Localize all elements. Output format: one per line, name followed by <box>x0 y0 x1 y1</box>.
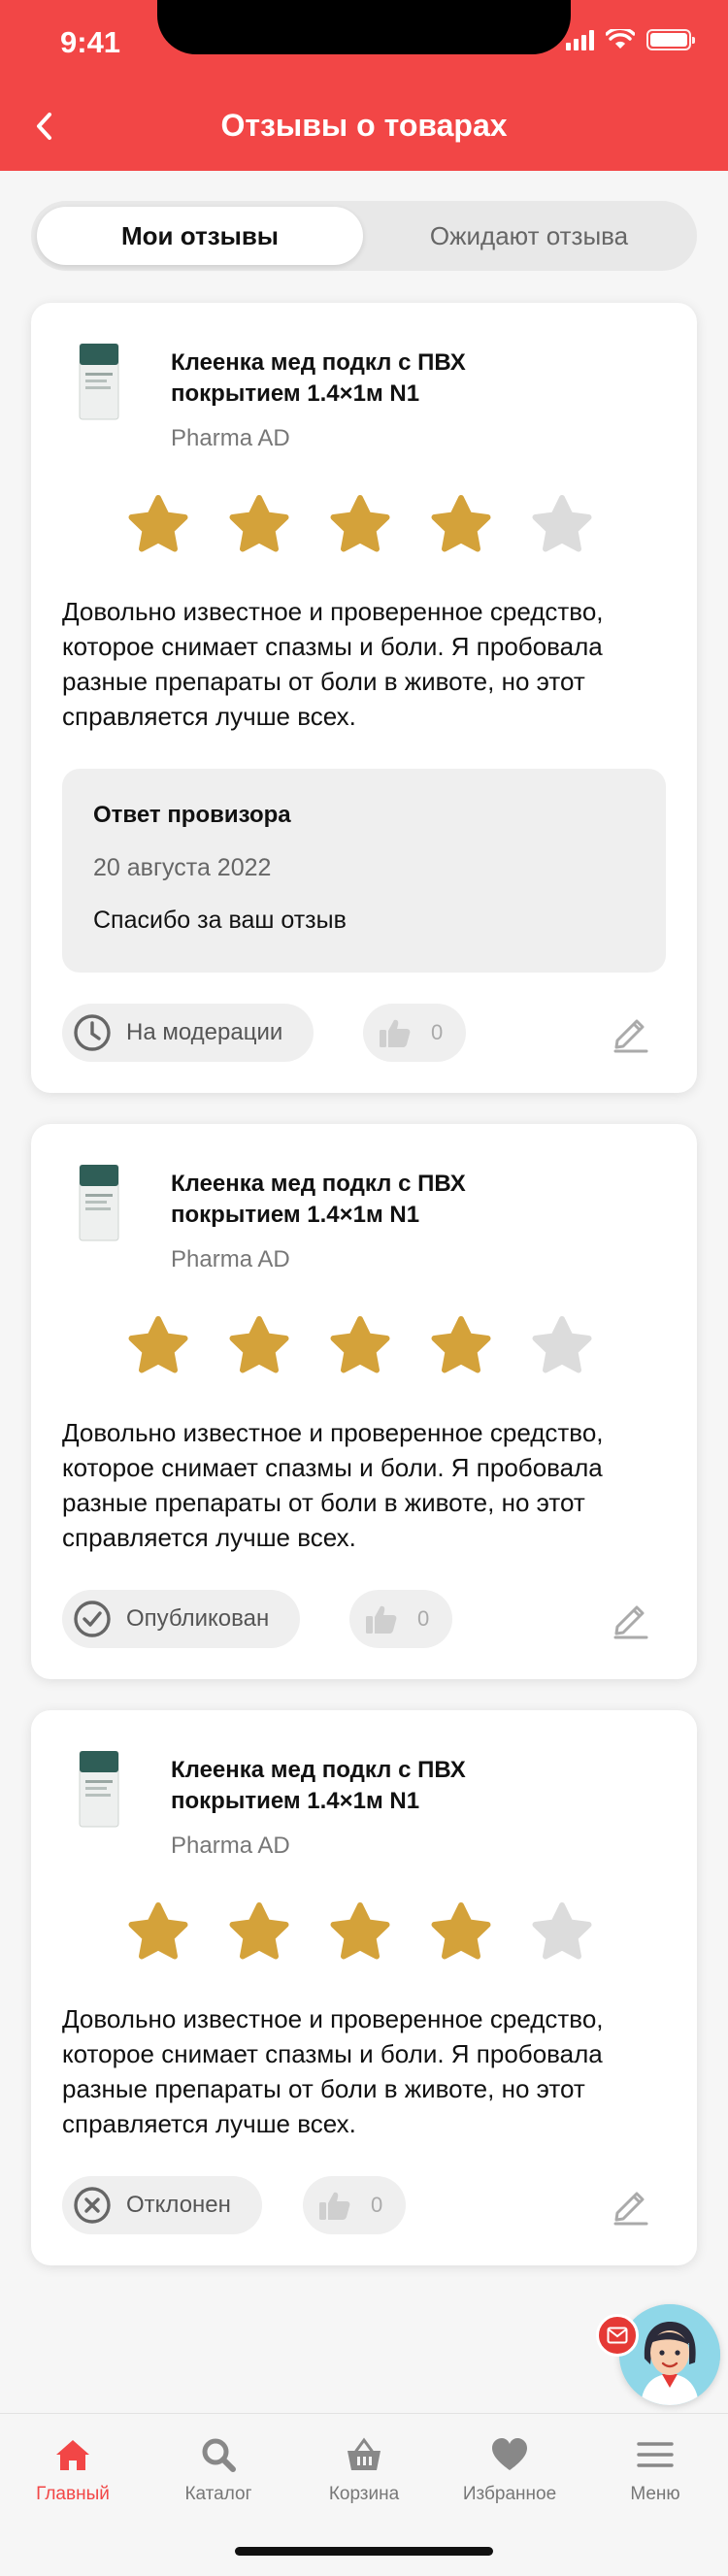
status-label: Опубликован <box>126 1605 270 1632</box>
thumbs-up-icon <box>366 1605 397 1634</box>
star-rating <box>126 493 602 563</box>
product-brand: Pharma AD <box>171 425 290 451</box>
header: 9:41 Отзывы о товарах <box>0 0 728 171</box>
tab-label: Меню <box>630 2484 680 2504</box>
review-text: Довольно известное и проверенное средств… <box>62 597 604 731</box>
product-image <box>79 1165 119 1241</box>
star-filled-icon <box>330 495 390 552</box>
tab-home[interactable]: Главный <box>0 2435 146 2505</box>
reply-date: 20 августа 2022 <box>93 854 272 881</box>
wifi-icon <box>606 29 635 49</box>
reviews-segmented-control: Мои отзывы Ожидают отзыва <box>31 201 697 271</box>
mail-icon <box>607 2327 628 2344</box>
status-label: На модерации <box>126 1019 283 1045</box>
product-name[interactable]: Клеенка мед подкл с ПВХ покрытием 1.4×1м… <box>171 347 559 410</box>
thumbs-up-icon <box>380 1019 411 1047</box>
status-icons <box>566 29 695 50</box>
star-filled-icon <box>229 1316 289 1373</box>
product-name[interactable]: Клеенка мед подкл с ПВХ покрытием 1.4×1м… <box>171 1755 559 1817</box>
tab-my-reviews[interactable]: Мои отзывы <box>37 207 363 265</box>
star-filled-icon <box>128 1316 188 1373</box>
like-button[interactable]: 0 <box>303 2176 407 2234</box>
review-card: Клеенка мед подкл с ПВХ покрытием 1.4×1м… <box>31 303 697 1093</box>
menu-icon <box>637 2442 674 2467</box>
product-image <box>79 344 119 420</box>
tab-catalog[interactable]: Каталог <box>146 2435 291 2505</box>
star-filled-icon <box>330 1316 390 1373</box>
star-filled-icon <box>330 1902 390 1960</box>
star-filled-icon <box>229 495 289 552</box>
star-filled-icon <box>431 1902 491 1960</box>
status-badge: Опубликован <box>62 1590 301 1648</box>
tab-label: Каталог <box>184 2484 252 2504</box>
tab-favorites[interactable]: Избранное <box>437 2435 582 2505</box>
tab-cart[interactable]: Корзина <box>291 2435 437 2505</box>
status-time: 9:41 <box>60 25 121 59</box>
tab-menu[interactable]: Меню <box>582 2435 728 2505</box>
like-count: 0 <box>417 1606 430 1631</box>
star-filled-icon <box>128 1902 188 1960</box>
edit-icon[interactable] <box>610 1598 652 1640</box>
tab-label: Избранное <box>462 2484 557 2504</box>
chat-assistant-button[interactable] <box>619 2304 720 2405</box>
home-indicator <box>235 2547 493 2556</box>
like-count: 0 <box>371 2193 383 2217</box>
product-image <box>79 1751 119 1828</box>
cellular-signal-icon <box>566 29 594 50</box>
chat-badge[interactable] <box>596 2314 639 2357</box>
check-circle-icon <box>74 1601 111 1637</box>
star-filled-icon <box>229 1902 289 1960</box>
status-badge: На модерации <box>62 1004 314 1062</box>
edit-icon[interactable] <box>610 2184 652 2227</box>
star-empty-icon <box>532 1902 592 1960</box>
star-filled-icon <box>431 495 491 552</box>
home-icon <box>56 2440 89 2470</box>
review-card: Клеенка мед подкл с ПВХ покрытием 1.4×1м… <box>31 1124 697 1679</box>
pharmacist-reply: Ответ провизора 20 августа 2022 Спасибо … <box>62 769 666 973</box>
star-empty-icon <box>532 495 592 552</box>
like-button[interactable]: 0 <box>363 1004 467 1062</box>
clock-icon <box>74 1014 111 1051</box>
product-brand: Pharma AD <box>171 1246 290 1272</box>
star-filled-icon <box>128 495 188 552</box>
reply-title: Ответ провизора <box>93 802 291 828</box>
star-rating <box>126 1314 602 1384</box>
tab-label: Главный <box>36 2484 110 2504</box>
assistant-avatar-icon <box>619 2304 720 2405</box>
status-label: Отклонен <box>126 2192 231 2218</box>
device-notch <box>157 0 571 54</box>
star-empty-icon <box>532 1316 592 1373</box>
review-text: Довольно известное и проверенное средств… <box>62 2004 604 2138</box>
page-title: Отзывы о товарах <box>220 108 508 143</box>
product-brand: Pharma AD <box>171 1833 290 1859</box>
status-badge: Отклонен <box>62 2176 262 2234</box>
review-card: Клеенка мед подкл с ПВХ покрытием 1.4×1м… <box>31 1710 697 2265</box>
thumbs-up-icon <box>319 2192 350 2220</box>
like-button[interactable]: 0 <box>349 1590 453 1648</box>
tab-label: Корзина <box>328 2484 400 2504</box>
search-icon <box>202 2438 236 2472</box>
x-circle-icon <box>74 2187 111 2224</box>
star-filled-icon <box>431 1316 491 1373</box>
star-rating <box>126 1900 602 1970</box>
battery-icon <box>646 29 695 50</box>
heart-icon <box>492 2438 527 2470</box>
review-text: Довольно известное и проверенное средств… <box>62 1418 604 1552</box>
reply-text: Спасибо за ваш отзыв <box>93 907 347 934</box>
edit-icon[interactable] <box>610 1011 652 1054</box>
like-count: 0 <box>431 1020 444 1044</box>
basket-icon <box>347 2437 381 2470</box>
tab-awaiting-review[interactable]: Ожидают отзыва <box>367 207 691 265</box>
product-name[interactable]: Клеенка мед подкл с ПВХ покрытием 1.4×1м… <box>171 1169 559 1231</box>
